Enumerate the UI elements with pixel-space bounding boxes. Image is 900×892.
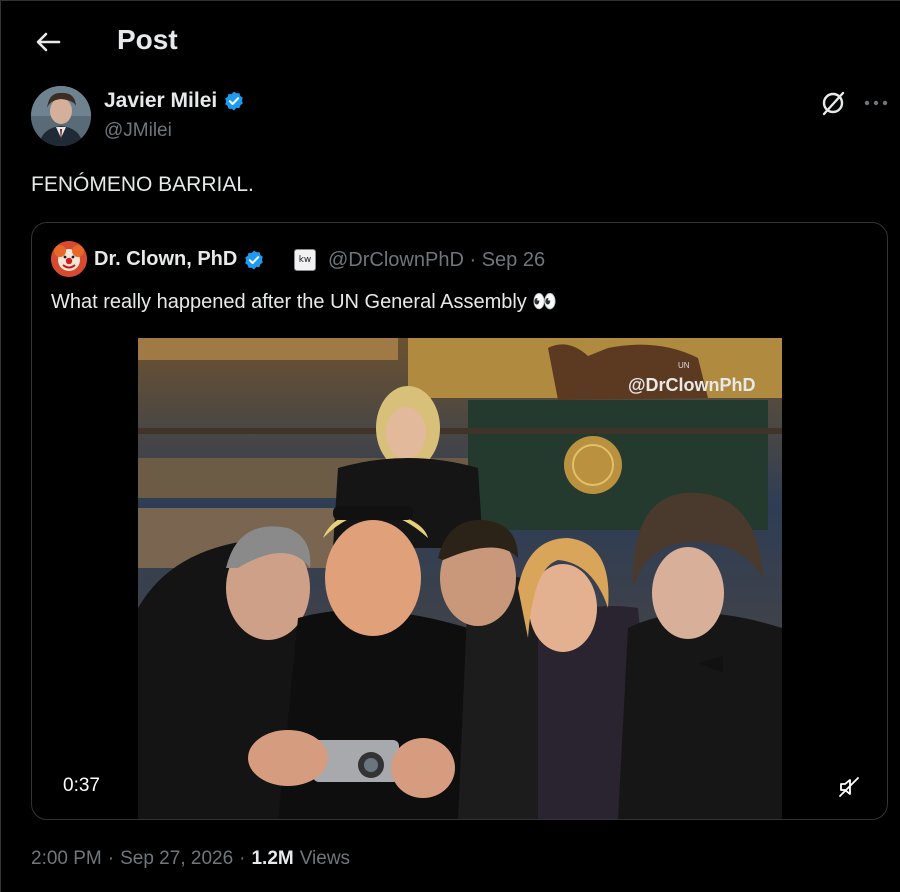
more-button[interactable]: [859, 87, 893, 119]
quote-author-name-label: Dr. Clown, PhD: [94, 248, 238, 270]
author-name-label: Javier Milei: [104, 89, 218, 112]
podium-sign: UN: [678, 361, 690, 370]
clown-avatar-image: [51, 241, 87, 277]
grok-button[interactable]: [817, 87, 849, 119]
meta-separator: ·: [239, 848, 246, 869]
page-title: Post: [117, 24, 178, 55]
video-time: 0:37: [63, 775, 100, 796]
back-button[interactable]: [31, 25, 65, 59]
author-name[interactable]: Javier Milei: [104, 89, 245, 113]
quote-verified-badge-icon: [245, 250, 264, 269]
post-date[interactable]: Sep 27, 2026: [120, 848, 233, 870]
grok-icon: [822, 91, 845, 116]
post-view: Post Javier Milei @JMilei FENÓMENO BARRI…: [0, 0, 900, 892]
post-meta: 2:00 PM · Sep 27, 2026 · 1.2M Views: [31, 848, 350, 870]
affiliate-badge[interactable]: kw: [294, 249, 316, 271]
quote-handle[interactable]: @DrClownPhD: [328, 249, 464, 271]
quote-avatar[interactable]: [51, 241, 87, 277]
arrow-left-icon: [36, 32, 61, 52]
video-player[interactable]: @DrClownPhD UN: [138, 338, 782, 819]
author-handle[interactable]: @JMilei: [104, 120, 172, 142]
post-time[interactable]: 2:00 PM: [31, 848, 102, 870]
views-count[interactable]: 1.2M: [251, 848, 293, 870]
quote-date[interactable]: Sep 26: [482, 249, 545, 271]
header: Post: [1, 1, 900, 85]
views-label: Views: [299, 848, 351, 869]
post-text: FENÓMENO BARRIAL.: [31, 173, 254, 196]
muted-speaker-icon[interactable]: [838, 776, 860, 798]
quote-separator: ·: [469, 249, 477, 271]
meta-separator: ·: [107, 848, 115, 869]
quote-text: What really happened after the UN Genera…: [51, 291, 558, 313]
avatar[interactable]: [31, 86, 91, 146]
quoted-post[interactable]: Dr. Clown, PhD kw @DrClownPhD · Sep 26 W…: [31, 222, 888, 820]
watermark: @DrClownPhD: [628, 375, 756, 395]
quote-author-name[interactable]: Dr. Clown, PhD: [94, 248, 265, 271]
video-frame: @DrClownPhD UN: [138, 338, 782, 819]
avatar-image: [31, 86, 91, 146]
more-icon: [864, 100, 888, 106]
verified-badge-icon: [225, 91, 244, 111]
quote-handle-date: @DrClownPhD · Sep 26: [328, 249, 545, 272]
